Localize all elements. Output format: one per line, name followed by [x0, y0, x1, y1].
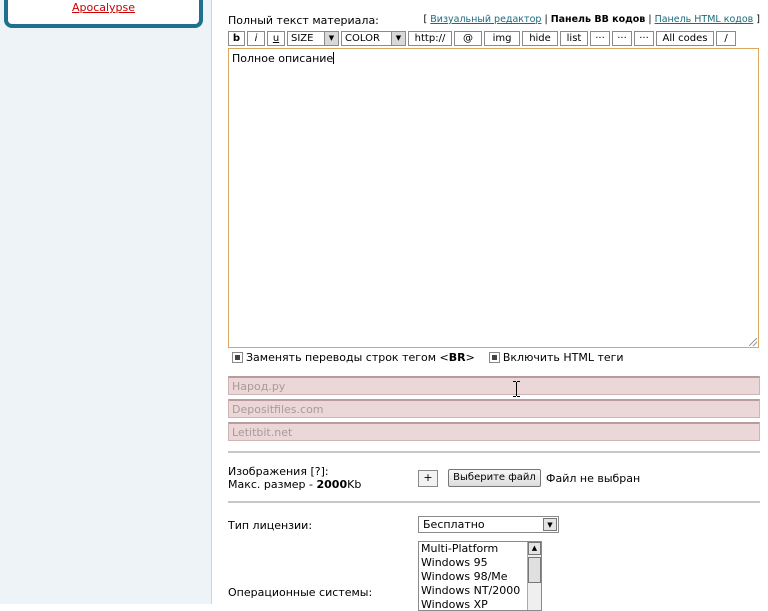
chevron-down-icon: ▼: [324, 32, 338, 45]
os-listbox[interactable]: Multi-Platform Windows 95 Windows 98/Me …: [418, 541, 542, 611]
editor-options: Заменять переводы строк тегом <BR> Включ…: [232, 351, 624, 364]
bbcode-panel-active: Панель BB кодов: [550, 14, 646, 25]
hide-button[interactable]: hide: [522, 31, 558, 46]
letitbit-link-field[interactable]: Letitbit.net: [228, 422, 760, 441]
bold-button[interactable]: b: [228, 31, 245, 46]
left-sidebar: Apocalypse: [0, 0, 212, 604]
os-scrollbar[interactable]: ▲: [527, 542, 541, 610]
os-label: Операционные системы:: [228, 586, 373, 599]
chevron-down-icon: ▼: [543, 518, 557, 531]
file-status: Файл не выбран: [546, 472, 641, 485]
scroll-up-icon[interactable]: ▲: [528, 542, 541, 555]
sidebar-link-apocalypse[interactable]: Apocalypse: [8, 1, 199, 14]
more-button-1[interactable]: ···: [590, 31, 610, 46]
divider: [228, 451, 760, 453]
os-option[interactable]: Windows NT/2000: [419, 584, 541, 598]
sidebar-box: Apocalypse: [4, 0, 203, 28]
editor-mode-links: [ Визуальный редактор | Панель BB кодов …: [423, 14, 760, 25]
choose-file-button[interactable]: Выберите файл: [448, 469, 541, 487]
images-title: Изображения [?]:: [228, 465, 329, 478]
narod-link-field[interactable]: Народ.ру: [228, 376, 760, 395]
text-caret: [333, 52, 335, 64]
divider: [228, 501, 760, 503]
html-checkbox[interactable]: [488, 352, 500, 363]
color-select[interactable]: COLOR ▼: [341, 31, 406, 46]
underline-button[interactable]: u: [267, 31, 285, 46]
fulltext-label: Полный текст материала:: [228, 14, 379, 27]
depositfiles-link-field[interactable]: Depositfiles.com: [228, 399, 760, 418]
os-option[interactable]: Multi-Platform: [419, 542, 541, 556]
email-button[interactable]: @: [454, 31, 482, 46]
size-select[interactable]: SIZE ▼: [287, 31, 339, 46]
url-button[interactable]: http://: [408, 31, 452, 46]
license-select[interactable]: Бесплатно ▼: [418, 516, 559, 533]
color-select-value: COLOR: [345, 33, 380, 44]
list-button[interactable]: list: [560, 31, 588, 46]
os-option[interactable]: Windows 95: [419, 556, 541, 570]
license-select-value: Бесплатно: [423, 518, 485, 531]
license-label: Тип лицензии:: [228, 519, 313, 532]
scroll-thumb[interactable]: [528, 557, 541, 583]
os-option[interactable]: Windows XP: [419, 598, 541, 610]
size-select-value: SIZE: [291, 33, 314, 44]
add-image-button[interactable]: +: [418, 470, 438, 487]
more-button-2[interactable]: ···: [612, 31, 632, 46]
all-codes-button[interactable]: All codes: [656, 31, 714, 46]
fulltext-content: Полное описание: [232, 52, 334, 65]
br-checkbox-label: Заменять переводы строк тегом <BR>: [246, 351, 475, 364]
more-button-3[interactable]: ···: [634, 31, 654, 46]
html-panel-link[interactable]: Панель HTML кодов: [655, 14, 754, 25]
bbcode-toolbar: b i u SIZE ▼ COLOR ▼ http://@ img hide list ··· ··· ·…: [228, 31, 738, 46]
fulltext-textarea[interactable]: Полное описание: [228, 48, 759, 348]
visual-editor-link[interactable]: Визуальный редактор: [430, 14, 541, 25]
os-option[interactable]: Windows 98/Me: [419, 570, 541, 584]
resize-grip-icon[interactable]: [749, 338, 757, 346]
images-label: Изображения [?]: Макс. размер - 2000Kb: [228, 465, 361, 491]
html-checkbox-label: Включить HTML теги: [502, 351, 624, 364]
br-checkbox[interactable]: [232, 352, 243, 363]
chevron-down-icon: ▼: [391, 32, 405, 45]
italic-button[interactable]: i: [247, 31, 265, 46]
main-form: Полный текст материала: [ Визуальный ред…: [228, 0, 768, 611]
img-button[interactable]: img: [484, 31, 520, 46]
close-tags-button[interactable]: /: [716, 31, 736, 46]
images-max-size: Макс. размер - 2000Kb: [228, 478, 362, 491]
ibeam-cursor-icon: [513, 381, 520, 397]
